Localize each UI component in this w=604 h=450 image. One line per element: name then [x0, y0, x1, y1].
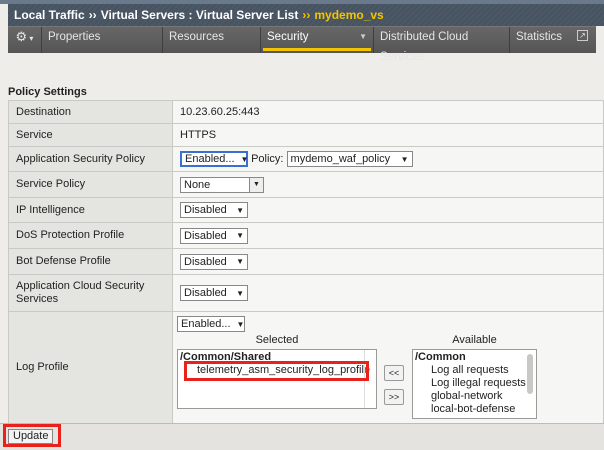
destination-label: Destination: [8, 100, 173, 124]
tab-statistics[interactable]: Statistics ↗: [510, 27, 596, 53]
policy-select[interactable]: mydemo_waf_policy ▼: [286, 151, 413, 167]
available-group: /Common: [415, 351, 466, 363]
destination-value: 10.23.60.25:443: [172, 100, 604, 124]
breadcrumb-virtual-servers[interactable]: Virtual Servers : Virtual Server List: [101, 8, 299, 22]
selected-label: Selected: [255, 334, 299, 346]
tab-bar: ⚙ ▾ Properties Resources Security ▼ Distr…: [8, 26, 596, 63]
breadcrumb-sep: ››: [302, 8, 311, 22]
row-destination: Destination 10.23.60.25:443: [8, 100, 604, 124]
ip-select[interactable]: Disabled ▼: [180, 202, 248, 218]
chevron-down-icon: ▼: [240, 154, 249, 164]
move-left-button[interactable]: <<: [384, 365, 404, 381]
row-bot: Bot Defense Profile Disabled ▼: [8, 248, 604, 275]
service-policy-value: None: [184, 178, 211, 191]
bot-select[interactable]: Disabled ▼: [180, 253, 248, 270]
row-dos: DoS Protection Profile Disabled ▼: [8, 222, 604, 249]
available-item[interactable]: global-network: [415, 390, 534, 403]
gear-icon: ⚙: [15, 29, 28, 44]
dos-select[interactable]: Disabled ▼: [180, 227, 248, 244]
ip-value: Disabled: [184, 204, 227, 216]
tab-resources[interactable]: Resources: [163, 27, 261, 53]
asp-select-value: Enabled...: [185, 153, 235, 165]
asp-select[interactable]: Enabled... ▼: [180, 151, 248, 167]
row-acss: Application Cloud Security Services Disab…: [8, 274, 604, 312]
tab-properties[interactable]: Properties: [42, 27, 163, 53]
service-label: Service: [8, 123, 173, 147]
scrollbar-thumb[interactable]: [527, 354, 533, 394]
breadcrumb-sep: ››: [88, 8, 97, 22]
tab-security[interactable]: Security ▼: [261, 27, 374, 53]
chevron-down-icon: ▼: [359, 32, 367, 41]
chevron-down-icon: ▼: [236, 231, 244, 240]
row-ip-intelligence: IP Intelligence Disabled ▼: [8, 197, 604, 223]
policy-select-value: mydemo_waf_policy: [290, 153, 391, 165]
asp-label: Application Security Policy: [8, 146, 173, 172]
footer-bar: [0, 423, 604, 450]
log-profile-label: Log Profile: [8, 311, 173, 424]
acss-value: Disabled: [184, 287, 227, 299]
chevron-down-icon: ▼: [236, 319, 245, 329]
row-service-policy: Service Policy None ▼: [8, 171, 604, 198]
service-policy-combo[interactable]: None ▼: [180, 176, 264, 193]
popout-icon[interactable]: ↗: [577, 30, 588, 41]
tab-statistics-label: Statistics: [516, 31, 563, 43]
service-policy-label: Service Policy: [8, 171, 173, 198]
available-item[interactable]: Log all requests: [415, 364, 534, 377]
log-profile-value: Enabled...: [181, 318, 231, 330]
move-right-button[interactable]: >>: [384, 389, 404, 405]
highlight-box: [3, 424, 61, 447]
available-listbox[interactable]: /Common Log all requests Log illegal req…: [412, 349, 537, 419]
dos-label: DoS Protection Profile: [8, 222, 173, 249]
tab-security-label: Security: [267, 31, 309, 43]
highlight-box: [184, 361, 369, 381]
chevron-down-icon: ▼: [236, 205, 244, 215]
available-item[interactable]: local-bot-defense: [415, 403, 534, 416]
available-label: Available: [452, 334, 497, 346]
section-title: Policy Settings: [8, 86, 87, 98]
chevron-down-icon: ▼: [400, 154, 409, 164]
breadcrumb: Local Traffic ›› Virtual Servers : Virtual…: [8, 4, 604, 26]
policy-label: Policy:: [251, 153, 284, 165]
bot-label: Bot Defense Profile: [8, 248, 173, 275]
gear-menu-button[interactable]: ⚙ ▾: [8, 27, 42, 53]
acss-label: Application Cloud Security Services: [8, 274, 173, 312]
tab-distributed-cloud-services[interactable]: Distributed Cloud Services: [374, 27, 510, 63]
row-asp: Application Security Policy Enabled... ▼ …: [8, 146, 604, 172]
chevron-down-icon[interactable]: ▼: [249, 177, 263, 192]
acss-select[interactable]: Disabled ▼: [180, 285, 248, 301]
chevron-down-icon: ▼: [236, 257, 244, 266]
chevron-down-icon: ▼: [236, 288, 244, 298]
ip-label: IP Intelligence: [8, 197, 173, 223]
row-service: Service HTTPS: [8, 123, 604, 147]
log-profile-select[interactable]: Enabled... ▼: [177, 316, 245, 332]
bot-value: Disabled: [184, 255, 227, 268]
breadcrumb-local-traffic[interactable]: Local Traffic: [14, 8, 85, 22]
dos-value: Disabled: [184, 229, 227, 242]
available-item[interactable]: Log illegal requests: [415, 377, 534, 390]
service-value: HTTPS: [172, 123, 604, 147]
breadcrumb-current: mydemo_vs: [314, 8, 384, 22]
